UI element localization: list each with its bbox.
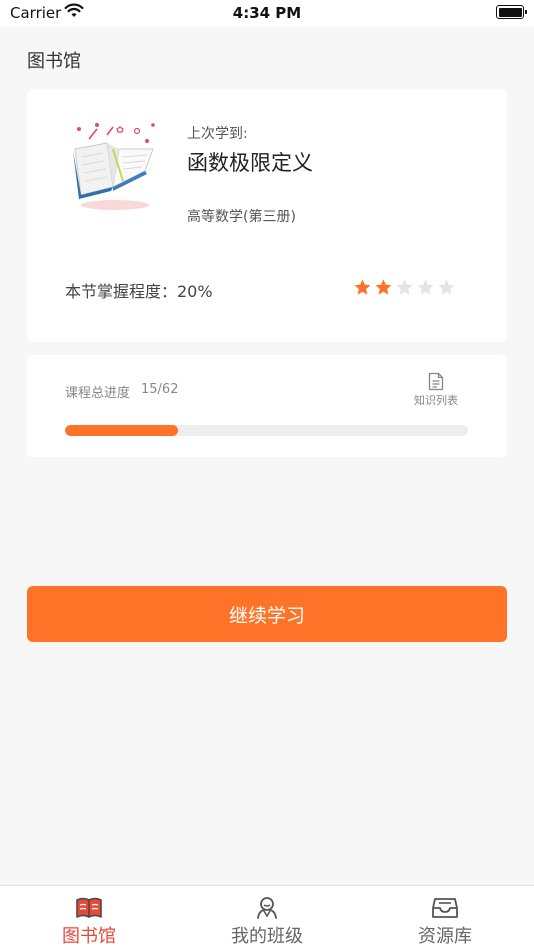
library-icon: [76, 897, 102, 918]
bottom-tab-bar: 图书馆 我的班级 资源库: [0, 885, 534, 950]
mastery-star-rating: [353, 278, 456, 297]
star-empty-icon: [417, 279, 434, 295]
status-bar: Carrier 4:34 PM: [0, 0, 534, 26]
star-empty-icon: [438, 279, 455, 295]
course-progress-bar: [65, 425, 468, 436]
star-filled-icon: [354, 279, 371, 295]
mastery-text: 本节掌握程度：20%: [65, 282, 213, 301]
tab-my-class[interactable]: 我的班级: [178, 886, 356, 950]
course-progress-fill: [65, 425, 178, 436]
class-icon: [257, 897, 277, 919]
tab-label: 资源库: [418, 926, 472, 947]
continue-study-button[interactable]: 继续学习: [27, 586, 507, 642]
tab-label: 图书馆: [62, 926, 116, 947]
star-filled-icon: [375, 279, 392, 295]
knowledge-list-label: 知识列表: [414, 394, 458, 407]
last-study-label: 上次学到:: [187, 126, 248, 142]
course-progress-card: 课程总进度 15/62 知识列表: [27, 355, 507, 457]
tab-resource[interactable]: 资源库: [356, 886, 534, 950]
star-empty-icon: [396, 279, 413, 295]
tab-library[interactable]: 图书馆: [0, 886, 178, 950]
course-progress-label: 课程总进度: [65, 386, 131, 401]
document-icon: [428, 372, 444, 391]
knowledge-list-button[interactable]: 知识列表: [409, 372, 463, 408]
course-progress-count: 15/62: [141, 382, 179, 397]
tab-label: 我的班级: [231, 926, 303, 947]
resource-box-icon: [432, 898, 458, 918]
page-title: 图书馆: [27, 51, 81, 72]
battery-icon: [496, 5, 527, 19]
open-book-icon: [73, 123, 155, 210]
last-study-card[interactable]: 上次学到: 函数极限定义 高等数学(第三册) 本节掌握程度：20%: [27, 89, 507, 342]
book-name: 高等数学(第三册): [187, 209, 296, 225]
clock-time: 4:34 PM: [232, 4, 302, 22]
chapter-title: 函数极限定义: [187, 151, 313, 175]
